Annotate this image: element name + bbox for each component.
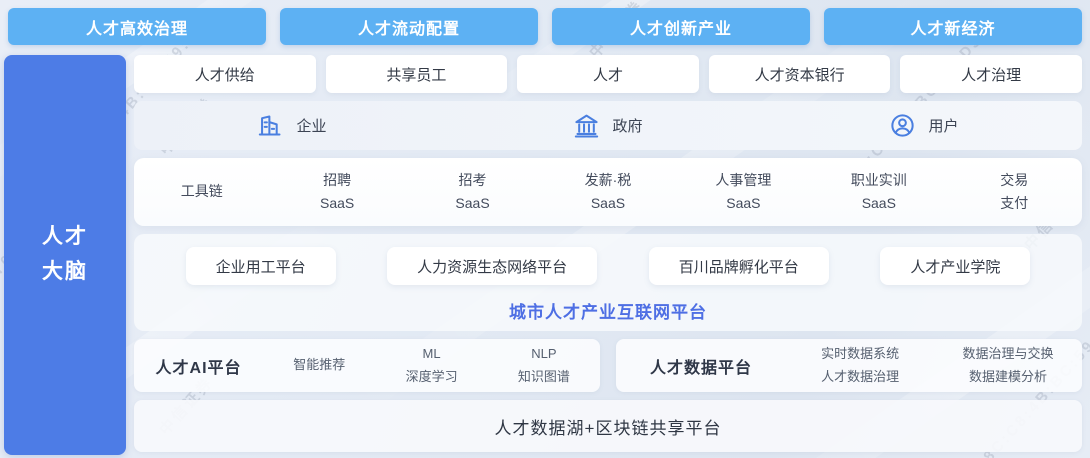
toolchain-item-line2: SaaS — [269, 192, 404, 215]
supply-box-talent: 人才 — [517, 55, 699, 93]
platform-box-baichuan-brand-incubation: 百川品牌孵化平台 — [649, 247, 829, 285]
toolchain-card: 工具链 招聘 SaaS 招考 SaaS 发薪·税 SaaS 人事管理 SaaS — [134, 158, 1082, 226]
toolchain-title: 工具链 — [134, 180, 269, 203]
platform-box-talent-industry-college: 人才产业学院 — [880, 247, 1030, 285]
toolchain-item-line1: 招考 — [405, 169, 540, 192]
city-platform-caption: 城市人才产业互联网平台 — [134, 298, 1082, 323]
ai-item-line1: ML — [375, 343, 487, 365]
supply-box-shared-staff: 共享员工 — [326, 55, 508, 93]
data-item-governance-exchange: 数据治理与交换 数据建模分析 — [934, 343, 1082, 387]
toolchain-item-line1: 职业实训 — [811, 169, 946, 192]
tab-new-economy: 人才新经济 — [824, 8, 1082, 45]
bank-icon — [573, 112, 600, 139]
toolchain-recruit-saas: 招聘 SaaS — [269, 169, 404, 215]
ai-item-line1: NLP — [488, 343, 600, 365]
platform-box-enterprise-employment: 企业用工平台 — [186, 247, 336, 285]
data-item-realtime: 实时数据系统 人才数据治理 — [786, 343, 934, 387]
supply-row: 人才供给 共享员工 人才 人才资本银行 人才治理 — [134, 55, 1082, 93]
actor-enterprise: 企业 — [134, 101, 450, 150]
actor-government: 政府 — [450, 101, 766, 150]
tab-flow-allocation: 人才流动配置 — [280, 8, 538, 45]
toolchain-item-line2: SaaS — [405, 192, 540, 215]
talent-brain-sidebar: 人才 大脑 — [4, 55, 126, 455]
toolchain-item-line1: 交易 — [947, 169, 1082, 192]
sidebar-title-line2: 大脑 — [42, 255, 88, 290]
toolchain-item-line2: SaaS — [676, 192, 811, 215]
supply-box-talent-governance: 人才治理 — [900, 55, 1082, 93]
content-column: 人才供给 共享员工 人才 人才资本银行 人才治理 — [134, 55, 1082, 455]
data-lake-blockchain-bar: 人才数据湖+区块链共享平台 — [134, 400, 1082, 452]
data-item-line2: 数据建模分析 — [934, 366, 1082, 388]
ai-platform-title: 人才AI平台 — [134, 354, 263, 378]
actors-band: 企业 政府 — [134, 101, 1082, 150]
tab-efficient-governance: 人才高效治理 — [8, 8, 266, 45]
platform-box-hr-eco-network: 人力资源生态网络平台 — [387, 247, 597, 285]
top-tab-row: 人才高效治理 人才流动配置 人才创新产业 人才新经济 — [8, 8, 1082, 45]
toolchain-item-line2: 支付 — [947, 192, 1082, 215]
tab-innovation-industry: 人才创新产业 — [552, 8, 810, 45]
ai-item-line2: 深度学习 — [375, 366, 487, 388]
data-item-line2: 人才数据治理 — [786, 366, 934, 388]
ai-item-nlp: NLP 知识图谱 — [488, 343, 600, 387]
actor-user: 用户 — [766, 101, 1082, 150]
ai-platform-card: 人才AI平台 智能推荐 ML 深度学习 NLP 知识图谱 — [134, 339, 600, 392]
toolchain-hr-mgmt-saas: 人事管理 SaaS — [676, 169, 811, 215]
toolchain-item-line1: 发薪·税 — [540, 169, 675, 192]
toolchain-item-line1: 人事管理 — [676, 169, 811, 192]
city-platform-section: 企业用工平台 人力资源生态网络平台 百川品牌孵化平台 人才产业学院 城市人才产业… — [134, 234, 1082, 331]
toolchain-payroll-tax-saas: 发薪·税 SaaS — [540, 169, 675, 215]
actor-label: 政府 — [612, 115, 642, 136]
supply-box-talent-capital-bank: 人才资本银行 — [709, 55, 891, 93]
ai-item-smart-recommend: 智能推荐 — [263, 354, 375, 376]
data-item-line1: 数据治理与交换 — [934, 343, 1082, 365]
talent-platform-diagram: T013480 8C:C8:4B:BC:59:D3 中信证券 中信证券 8C:C… — [0, 0, 1090, 458]
toolchain-item-line2: SaaS — [540, 192, 675, 215]
user-icon — [889, 112, 916, 139]
platform-row: 企业用工平台 人力资源生态网络平台 百川品牌孵化平台 人才产业学院 — [134, 234, 1082, 285]
ai-item-ml: ML 深度学习 — [375, 343, 487, 387]
sidebar-title-line1: 人才 — [42, 220, 88, 255]
data-platform-card: 人才数据平台 实时数据系统 人才数据治理 数据治理与交换 数据建模分析 — [616, 339, 1082, 392]
toolchain-exam-saas: 招考 SaaS — [405, 169, 540, 215]
ai-data-row: 人才AI平台 智能推荐 ML 深度学习 NLP 知识图谱 人才数据平台 实时数据… — [134, 339, 1082, 392]
data-platform-title: 人才数据平台 — [616, 354, 786, 378]
supply-box-talent-supply: 人才供给 — [134, 55, 316, 93]
actor-label: 企业 — [296, 115, 326, 136]
main-area: 人才 大脑 人才供给 共享员工 人才 人才资本银行 人才治理 — [4, 55, 1082, 455]
building-icon — [257, 112, 284, 139]
toolchain-item-line2: SaaS — [811, 192, 946, 215]
ai-item-line2: 知识图谱 — [488, 366, 600, 388]
actor-label: 用户 — [928, 115, 958, 136]
toolchain-item-line1: 招聘 — [269, 169, 404, 192]
toolchain-trade-payment: 交易 支付 — [947, 169, 1082, 215]
toolchain-vocational-training-saas: 职业实训 SaaS — [811, 169, 946, 215]
data-item-line1: 实时数据系统 — [786, 343, 934, 365]
